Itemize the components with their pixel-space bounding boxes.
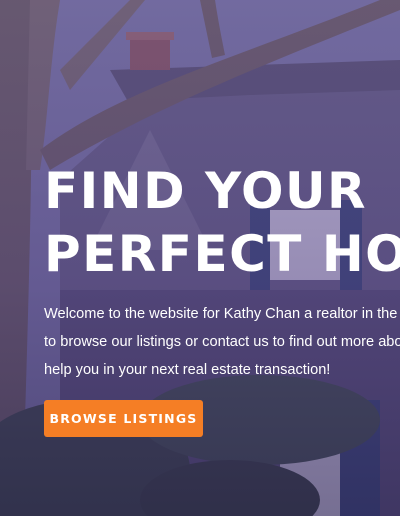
hero-headline: FIND YOUR PERFECT HOME	[44, 160, 400, 286]
browse-listings-button[interactable]: BROWSE LISTINGS	[44, 400, 203, 437]
hero-intro-text: Welcome to the website for Kathy Chan a …	[44, 306, 400, 378]
hero-content: FIND YOUR PERFECT HOME Welcome to the we…	[44, 160, 400, 384]
hero-section: FIND YOUR PERFECT HOME Welcome to the we…	[0, 0, 400, 516]
headline-line-1: FIND YOUR	[44, 162, 368, 220]
headline-line-2: PERFECT HOME	[44, 225, 400, 283]
